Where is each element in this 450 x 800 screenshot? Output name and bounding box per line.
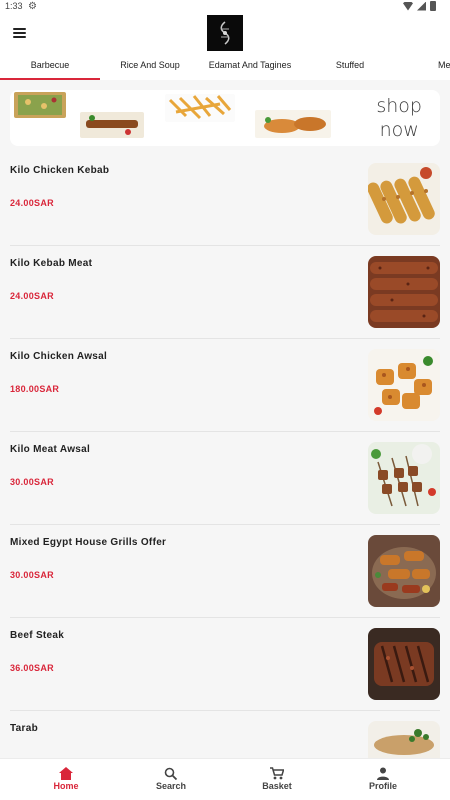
product-image	[368, 442, 440, 514]
product-price: 180.00SAR	[10, 384, 60, 394]
banner-text: shop now	[376, 94, 422, 142]
tab-more[interactable]: Me	[400, 54, 450, 80]
product-item[interactable]: Kilo Kebab Meat 24.00SAR	[10, 246, 440, 339]
product-image	[368, 628, 440, 700]
tab-barbecue[interactable]: Barbecue	[0, 54, 100, 80]
product-price: 30.00SAR	[10, 570, 54, 580]
product-item[interactable]: Kilo Chicken Kebab 24.00SAR	[10, 153, 440, 246]
product-name: Kilo Kebab Meat	[10, 258, 93, 269]
person-icon	[377, 767, 389, 780]
product-item[interactable]: Tarab	[10, 711, 440, 758]
settings-gear-icon: ⚙	[28, 1, 37, 12]
battery-icon	[430, 1, 436, 11]
app-bar	[0, 14, 450, 54]
nav-basket[interactable]: Basket	[247, 767, 307, 791]
status-bar: 1:33 ⚙	[0, 0, 450, 14]
cart-icon	[270, 767, 284, 780]
product-price: 24.00SAR	[10, 291, 54, 301]
product-item[interactable]: Kilo Chicken Awsal 180.00SAR	[10, 339, 440, 432]
promo-banner[interactable]: shop now	[10, 90, 440, 146]
product-list: Kilo Chicken Kebab 24.00SAR Kilo Kebab M…	[0, 153, 450, 758]
product-name: Kilo Meat Awsal	[10, 444, 91, 455]
product-price: 24.00SAR	[10, 198, 54, 208]
cellular-signal-icon	[417, 1, 426, 11]
tab-stuffed[interactable]: Stuffed	[300, 54, 400, 80]
nav-profile[interactable]: Profile	[353, 767, 413, 791]
nav-search[interactable]: Search	[141, 767, 201, 791]
product-image	[368, 256, 440, 328]
menu-content: shop now Kilo Chicken Kebab 24.00SAR Kil…	[0, 80, 450, 758]
bottom-navigation: Home Search Basket Profile	[0, 758, 450, 800]
nav-profile-label: Profile	[368, 781, 397, 791]
banner-text-line1: shop	[376, 95, 422, 117]
product-name: Mixed Egypt House Grills Offer	[10, 537, 167, 548]
banner-text-line2: now	[379, 119, 419, 141]
product-item[interactable]: Beef Steak 36.00SAR	[10, 618, 440, 711]
nav-search-label: Search	[155, 781, 187, 791]
product-name: Beef Steak	[10, 630, 65, 641]
status-time: 1:33	[5, 1, 23, 11]
product-price: 36.00SAR	[10, 663, 54, 673]
product-image	[368, 535, 440, 607]
product-price: 30.00SAR	[10, 477, 54, 487]
product-item[interactable]: Kilo Meat Awsal 30.00SAR	[10, 432, 440, 525]
search-icon	[164, 767, 178, 780]
wifi-icon	[403, 1, 413, 11]
status-indicators	[403, 1, 436, 11]
product-image	[368, 163, 440, 235]
tab-rice-and-soup[interactable]: Rice And Soup	[100, 54, 200, 80]
product-name: Kilo Chicken Awsal	[10, 351, 108, 362]
product-name: Kilo Chicken Kebab	[10, 165, 110, 176]
nav-home[interactable]: Home	[36, 767, 96, 791]
menu-icon[interactable]	[13, 28, 26, 38]
product-name: Tarab	[10, 723, 38, 734]
product-image	[368, 349, 440, 421]
nav-home-label: Home	[53, 781, 79, 791]
nav-basket-label: Basket	[262, 781, 292, 791]
category-tabs: Barbecue Rice And Soup Edamat And Tagine…	[0, 54, 450, 80]
product-image	[368, 721, 440, 758]
product-item[interactable]: Mixed Egypt House Grills Offer 30.00SAR	[10, 525, 440, 618]
tab-edamat-and-tagines[interactable]: Edamat And Tagines	[200, 54, 300, 80]
restaurant-logo	[207, 15, 243, 51]
home-icon	[59, 767, 73, 780]
